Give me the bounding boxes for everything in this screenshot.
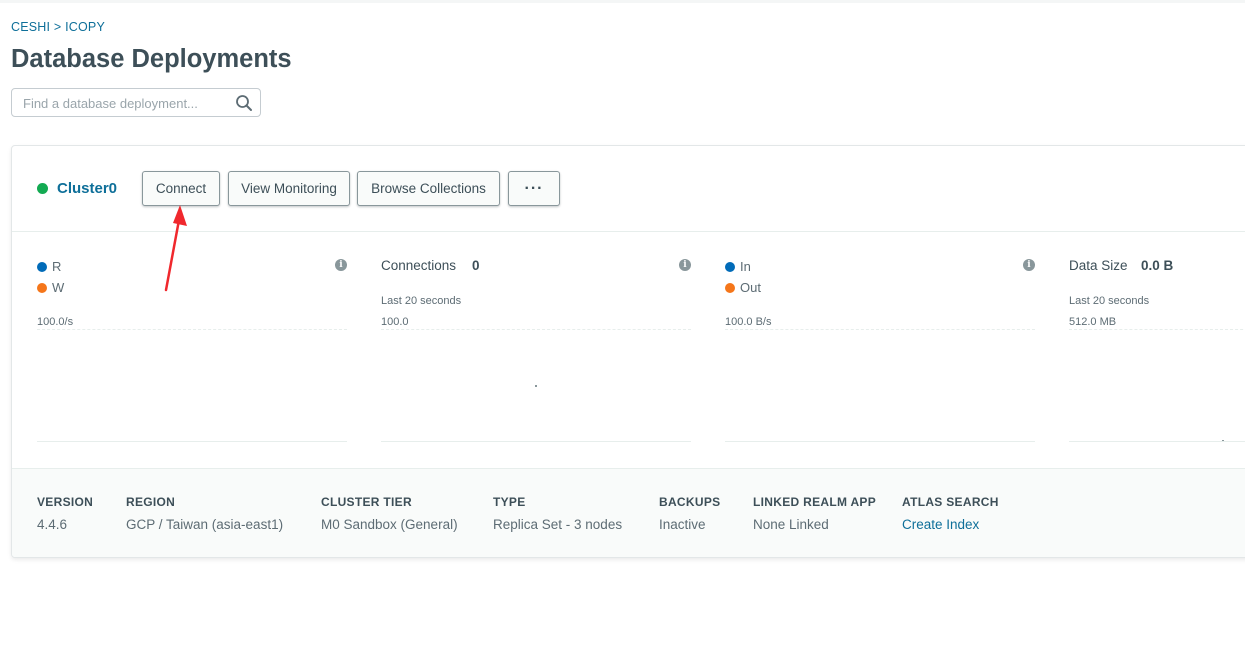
axis-max-label: 512.0 MB: [1069, 316, 1117, 328]
detail-value: 4.4.6: [37, 517, 68, 532]
legend-label: R: [52, 259, 62, 274]
search-input[interactable]: [23, 94, 223, 112]
cluster-status-dot: [37, 183, 48, 194]
metric-value: 0.0 B: [1141, 258, 1174, 273]
chart-gridline: [381, 329, 691, 330]
detail-type: TYPE Replica Set - 3 nodes: [493, 495, 622, 532]
detail-label: CLUSTER TIER: [321, 495, 412, 509]
legend-dot: [37, 261, 47, 272]
legend-label: W: [52, 280, 65, 295]
axis-max-label: 100.0/s: [37, 316, 74, 328]
breadcrumb: CESHI > ICOPY: [11, 20, 105, 34]
chart-point: [535, 385, 537, 387]
axis-max-label: 100.0: [381, 316, 409, 328]
legend-item-r: R: [37, 259, 61, 274]
cluster-card-header: Cluster0 Connect View Monitoring Browse …: [12, 146, 1245, 232]
legend-label: In: [740, 259, 751, 274]
chart-baseline: [381, 441, 691, 442]
detail-value: GCP / Taiwan (asia-east1): [126, 517, 284, 532]
legend-dot: [725, 261, 735, 272]
detail-value: M0 Sandbox (General): [321, 517, 458, 532]
legend-item-out: Out: [725, 280, 761, 295]
create-index-link[interactable]: Create Index: [902, 517, 999, 532]
detail-label: BACKUPS: [659, 495, 721, 509]
metric-subtitle: Last 20 seconds: [1069, 295, 1150, 307]
info-icon[interactable]: i: [679, 259, 691, 271]
search-icon[interactable]: [235, 94, 253, 112]
metric-subtitle: Last 20 seconds: [381, 295, 462, 307]
cluster-details-footer: VERSION 4.4.6 REGION GCP / Taiwan (asia-…: [12, 468, 1245, 557]
chart-baseline: [37, 441, 347, 442]
axis-max-label: 100.0 B/s: [725, 316, 772, 328]
more-options-button[interactable]: ···: [508, 171, 560, 206]
connect-button[interactable]: Connect: [142, 171, 220, 206]
legend-label: Out: [740, 280, 761, 295]
breadcrumb-org[interactable]: CESHI: [11, 20, 50, 34]
detail-value: Inactive: [659, 517, 706, 532]
detail-value: Replica Set - 3 nodes: [493, 517, 623, 532]
metric-network[interactable]: In Out i 100.0 B/s: [725, 256, 1035, 446]
metric-connections[interactable]: Connections 0 i Last 20 seconds 100.0: [381, 256, 691, 446]
detail-label: REGION: [126, 495, 176, 509]
detail-atlas-search: ATLAS SEARCH Create Index: [902, 495, 999, 532]
breadcrumb-separator: >: [53, 20, 62, 34]
chart-baseline: [1069, 441, 1245, 442]
view-monitoring-button[interactable]: View Monitoring: [228, 171, 350, 206]
info-icon[interactable]: i: [1023, 259, 1035, 271]
legend-dot: [725, 282, 735, 293]
page-title: Database Deployments: [11, 45, 292, 73]
metric-data-size[interactable]: Data Size 0.0 B Last 20 seconds 512.0 MB: [1069, 256, 1245, 446]
detail-value: None Linked: [753, 517, 829, 532]
chart-gridline: [1069, 329, 1245, 330]
metric-title: Connections: [381, 258, 457, 273]
browse-collections-button[interactable]: Browse Collections: [357, 171, 500, 206]
detail-region: REGION GCP / Taiwan (asia-east1): [126, 495, 283, 532]
detail-backups: BACKUPS Inactive: [659, 495, 720, 532]
metric-value: 0: [472, 258, 480, 273]
legend-dot: [37, 282, 47, 293]
detail-label: TYPE: [493, 495, 526, 509]
top-border: [0, 0, 1245, 3]
metric-title: Data Size: [1069, 258, 1128, 273]
detail-cluster-tier: CLUSTER TIER M0 Sandbox (General): [321, 495, 458, 532]
search-box: [11, 88, 261, 117]
chart-baseline: [725, 441, 1035, 442]
metric-operations[interactable]: R W i 100.0/s: [37, 256, 347, 446]
legend-item-w: W: [37, 280, 64, 295]
chart-gridline: [37, 329, 347, 330]
cluster-name-link[interactable]: Cluster0: [57, 180, 117, 197]
cluster-card: Cluster0 Connect View Monitoring Browse …: [11, 145, 1245, 558]
breadcrumb-project[interactable]: ICOPY: [65, 20, 105, 34]
detail-linked-realm-app: LINKED REALM APP None Linked: [753, 495, 876, 532]
detail-label: LINKED REALM APP: [753, 495, 877, 509]
detail-version: VERSION 4.4.6: [37, 495, 93, 532]
detail-label: VERSION: [37, 495, 94, 509]
legend-item-in: In: [725, 259, 751, 274]
chart-gridline: [725, 329, 1035, 330]
info-icon[interactable]: i: [335, 259, 347, 271]
detail-label: ATLAS SEARCH: [902, 495, 999, 509]
